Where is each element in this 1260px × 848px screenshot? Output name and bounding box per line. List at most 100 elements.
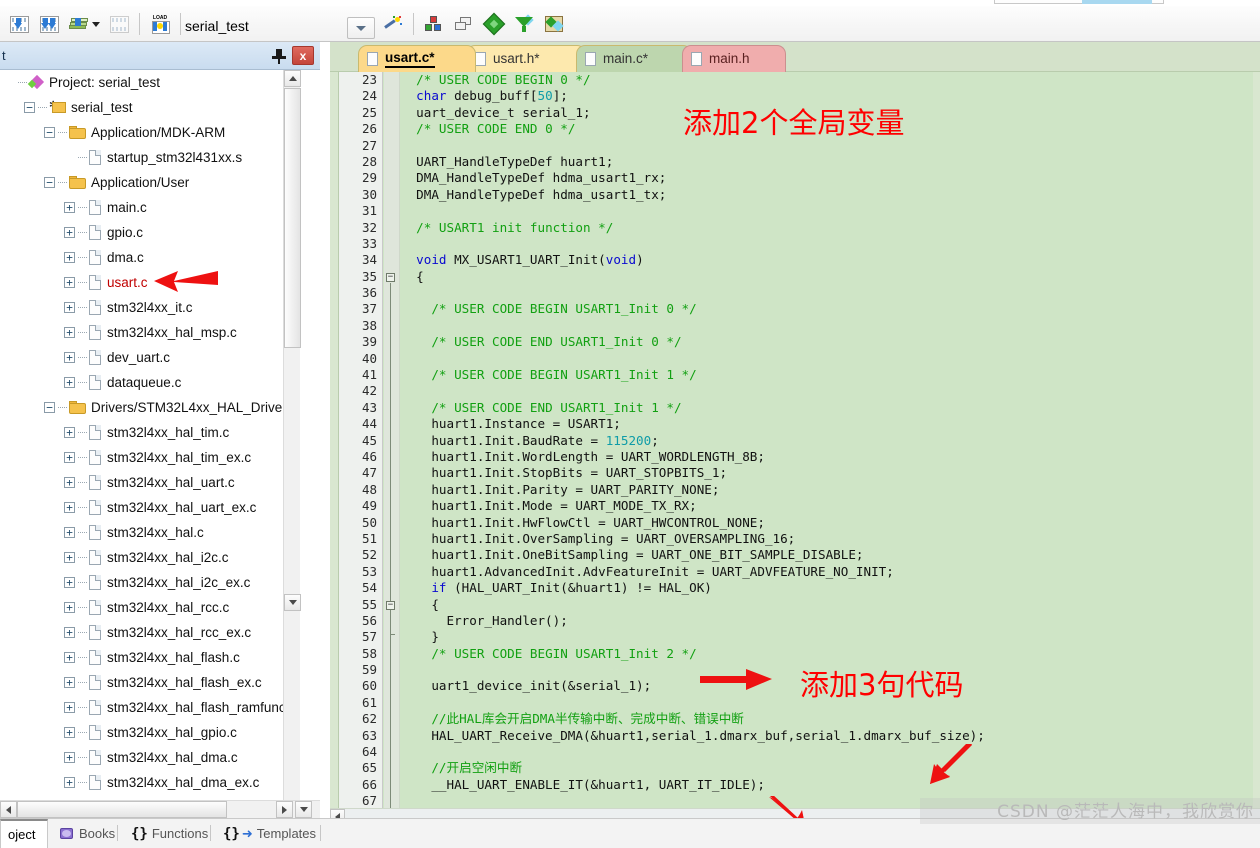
code-line[interactable]: Error_Handler(); bbox=[401, 613, 1253, 629]
scroll-left-arrow-icon[interactable] bbox=[0, 801, 17, 818]
hscroll-dropdown-icon[interactable] bbox=[295, 801, 312, 818]
multi-project-icon[interactable] bbox=[451, 11, 477, 37]
expand-toggle-icon[interactable]: + bbox=[64, 377, 75, 388]
expand-toggle-icon[interactable]: + bbox=[64, 452, 75, 463]
expand-toggle-icon[interactable]: + bbox=[64, 252, 75, 263]
code-line[interactable]: huart1.Init.Parity = UART_PARITY_NONE; bbox=[401, 482, 1253, 498]
expand-toggle-icon[interactable]: + bbox=[64, 527, 75, 538]
code-line[interactable]: } bbox=[401, 629, 1253, 645]
code-line[interactable]: /* USER CODE END USART1_Init 1 */ bbox=[401, 400, 1253, 416]
code-line[interactable]: huart1.AdvancedInit.AdvFeatureInit = UAR… bbox=[401, 564, 1253, 580]
code-line[interactable]: huart1.Init.BaudRate = 115200; bbox=[401, 433, 1253, 449]
tree-item[interactable]: + stm32l4xx_hal_uart.c bbox=[0, 470, 300, 495]
download-icon[interactable]: LOAD bbox=[147, 11, 173, 37]
code-line[interactable] bbox=[401, 236, 1253, 252]
tree-item[interactable]: + stm32l4xx_it.c bbox=[0, 295, 300, 320]
expand-toggle-icon[interactable]: + bbox=[64, 352, 75, 363]
code-line[interactable]: huart1.Init.HwFlowCtl = UART_HWCONTROL_N… bbox=[401, 515, 1253, 531]
expand-toggle-icon[interactable]: + bbox=[64, 727, 75, 738]
expand-toggle-icon[interactable]: + bbox=[64, 702, 75, 713]
tree-item[interactable]: + stm32l4xx_hal_flash_ramfunc.c bbox=[0, 695, 300, 720]
code-line[interactable]: /* USER CODE BEGIN 0 */ bbox=[401, 72, 1253, 88]
scroll-right-arrow-icon[interactable] bbox=[276, 801, 293, 818]
code-line[interactable] bbox=[401, 203, 1253, 219]
filter-icon[interactable] bbox=[511, 11, 537, 37]
collapse-toggle-icon[interactable]: − bbox=[44, 177, 55, 188]
expand-toggle-icon[interactable]: + bbox=[64, 577, 75, 588]
tree-item[interactable]: + main.c bbox=[0, 195, 300, 220]
tree-item[interactable]: − Application/User bbox=[0, 170, 300, 195]
code-line[interactable]: HAL_UART_Receive_DMA(&huart1,serial_1.dm… bbox=[401, 728, 1253, 744]
tree-item[interactable]: + usart.c bbox=[0, 270, 300, 295]
scroll-down-arrow-icon[interactable] bbox=[284, 594, 301, 611]
code-line[interactable]: /* USER CODE BEGIN USART1_Init 0 */ bbox=[401, 301, 1253, 317]
project-tree-vscrollbar[interactable] bbox=[283, 70, 301, 808]
expand-toggle-icon[interactable]: + bbox=[64, 777, 75, 788]
magic-wand-icon[interactable] bbox=[380, 11, 406, 37]
stop-build-icon[interactable] bbox=[106, 11, 132, 37]
fold-toggle-icon[interactable]: − bbox=[386, 273, 395, 282]
tree-item[interactable]: + gpio.c bbox=[0, 220, 300, 245]
tree-item[interactable]: + stm32l4xx_hal_tim.c bbox=[0, 420, 300, 445]
expand-toggle-icon[interactable]: + bbox=[64, 277, 75, 288]
code-line[interactable]: { bbox=[401, 269, 1253, 285]
tree-item[interactable]: − Drivers/STM32L4xx_HAL_Driver bbox=[0, 395, 300, 420]
expand-toggle-icon[interactable]: + bbox=[64, 227, 75, 238]
build-icon[interactable] bbox=[36, 11, 62, 37]
expand-toggle-icon[interactable]: + bbox=[64, 502, 75, 513]
code-line[interactable]: /* USER CODE BEGIN USART1_Init 2 */ bbox=[401, 646, 1253, 662]
expand-toggle-icon[interactable]: + bbox=[64, 652, 75, 663]
expand-toggle-icon[interactable]: + bbox=[64, 752, 75, 763]
rebuild-icon[interactable] bbox=[66, 11, 92, 37]
tree-item[interactable]: + stm32l4xx_hal_dma_ex.c bbox=[0, 770, 300, 795]
code-line[interactable]: /* USER CODE BEGIN USART1_Init 1 */ bbox=[401, 367, 1253, 383]
expand-toggle-icon[interactable]: + bbox=[64, 302, 75, 313]
expand-toggle-icon[interactable]: + bbox=[64, 552, 75, 563]
bottom-tab-functions[interactable]: {} Functions bbox=[124, 819, 215, 848]
editor-tabbar[interactable]: usart.c* usart.h* main.c* main.h bbox=[330, 42, 1260, 72]
code-line[interactable]: //此HAL库会开启DMA半传输中断、完成中断、错误中断 bbox=[401, 711, 1253, 727]
target-select-dropdown[interactable] bbox=[347, 17, 375, 39]
code-line[interactable]: huart1.Init.Mode = UART_MODE_TX_RX; bbox=[401, 498, 1253, 514]
code-line[interactable] bbox=[401, 744, 1253, 760]
tree-item[interactable]: + stm32l4xx_hal_rcc.c bbox=[0, 595, 300, 620]
bottom-tab-project[interactable]: oject bbox=[0, 819, 48, 848]
code-line[interactable]: UART_HandleTypeDef huart1; bbox=[401, 154, 1253, 170]
close-panel-button[interactable]: x bbox=[292, 46, 314, 65]
project-tree[interactable]: Project: serial_test − ✻ serial_test − Applic… bbox=[0, 70, 300, 808]
tree-item[interactable]: + stm32l4xx_hal_flash_ex.c bbox=[0, 670, 300, 695]
expand-toggle-icon[interactable]: + bbox=[64, 427, 75, 438]
translate-icon[interactable] bbox=[6, 11, 32, 37]
tree-item[interactable]: Project: serial_test bbox=[0, 70, 300, 95]
auto-hide-pin-icon[interactable] bbox=[270, 47, 288, 65]
code-line[interactable]: huart1.Init.WordLength = UART_WORDLENGTH… bbox=[401, 449, 1253, 465]
editor-tab-mainh[interactable]: main.h bbox=[682, 45, 786, 72]
tree-item[interactable]: + stm32l4xx_hal_flash.c bbox=[0, 645, 300, 670]
editor-tab-usartc[interactable]: usart.c* bbox=[358, 45, 476, 72]
expand-toggle-icon[interactable]: + bbox=[64, 477, 75, 488]
editor-tab-usarth[interactable]: usart.h* bbox=[466, 45, 586, 72]
tree-item[interactable]: startup_stm32l431xx.s bbox=[0, 145, 300, 170]
tree-item[interactable]: + stm32l4xx_hal_uart_ex.c bbox=[0, 495, 300, 520]
collapse-toggle-icon[interactable]: − bbox=[44, 402, 55, 413]
code-line[interactable]: __HAL_UART_ENABLE_IT(&huart1, UART_IT_ID… bbox=[401, 777, 1253, 793]
scroll-thumb[interactable] bbox=[284, 88, 301, 348]
code-line[interactable] bbox=[401, 383, 1253, 399]
collapse-toggle-icon[interactable]: − bbox=[44, 127, 55, 138]
tree-item[interactable]: − Application/MDK-ARM bbox=[0, 120, 300, 145]
expand-toggle-icon[interactable]: + bbox=[64, 327, 75, 338]
manage-project-items-icon[interactable] bbox=[421, 11, 447, 37]
code-line[interactable]: DMA_HandleTypeDef hdma_usart1_rx; bbox=[401, 170, 1253, 186]
tree-item[interactable]: + dataqueue.c bbox=[0, 370, 300, 395]
project-tree-hscrollbar[interactable] bbox=[0, 800, 320, 818]
code-line[interactable] bbox=[401, 351, 1253, 367]
code-line[interactable]: DMA_HandleTypeDef hdma_usart1_tx; bbox=[401, 187, 1253, 203]
expand-toggle-icon[interactable]: + bbox=[64, 627, 75, 638]
code-view[interactable]: 23 24 25 26 27 28 29 30 31 32 33 34 35 36 37 38 39 40 41 42… bbox=[338, 72, 1253, 808]
bottom-tab-templates[interactable]: {} ➜ Templates bbox=[216, 819, 323, 848]
code-line[interactable]: if (HAL_UART_Init(&huart1) != HAL_OK) bbox=[401, 580, 1253, 596]
code-folding-column[interactable]: − − bbox=[384, 72, 400, 808]
chevron-down-icon[interactable] bbox=[92, 21, 100, 27]
expand-toggle-icon[interactable]: + bbox=[64, 202, 75, 213]
code-line[interactable]: /* USART1 init function */ bbox=[401, 220, 1253, 236]
